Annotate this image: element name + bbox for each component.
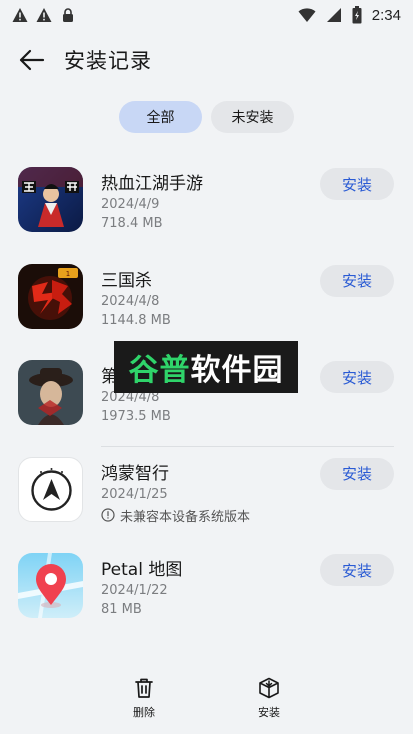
filter-not-installed-chip[interactable]: 未安装 [211, 101, 294, 133]
game-icon: 1 [18, 263, 83, 329]
compatibility-note: 未兼容本设备系统版本 [101, 506, 250, 525]
title-bar: 安装记录 [0, 36, 413, 84]
app-date: 2024/4/9 [101, 197, 160, 212]
delete-button[interactable]: 删除 [114, 676, 174, 720]
watermark-overlay: 谷普 软件园 [114, 341, 298, 393]
app-list: 热血江湖手游 2024/4/9 718.4 MB 安装 1 三国杀 2024/4… [0, 157, 413, 640]
app-name: 三国杀 [101, 270, 152, 291]
install-button[interactable]: 安装 [320, 457, 394, 490]
bottom-action-bar: 删除 安装 [0, 676, 413, 734]
app-date: 2024/4/8 [101, 293, 160, 309]
install-label: 安装 [258, 706, 280, 719]
info-icon [101, 508, 115, 522]
compatibility-note-text: 未兼容本设备系统版本 [120, 509, 251, 525]
install-button[interactable]: 安装 [320, 554, 394, 586]
lock-icon [63, 8, 73, 22]
status-bar: 2:34 [0, 0, 413, 30]
warning-icon [12, 8, 28, 22]
list-item[interactable]: 鸿蒙智行 2024/1/25 未兼容本设备系统版本 安装 [0, 447, 413, 544]
watermark-text-white: 软件园 [190, 353, 284, 388]
svg-text:1: 1 [66, 270, 70, 278]
status-time: 2:34 [371, 6, 401, 24]
install-button[interactable]: 安装 [320, 168, 394, 200]
back-button[interactable] [12, 40, 52, 80]
install-button[interactable]: 安装 [320, 361, 394, 393]
app-name: 热血江湖手游 [101, 174, 203, 194]
map-pin-icon [18, 553, 83, 618]
signal-icon [326, 8, 341, 22]
app-size: 81 MB [101, 602, 142, 617]
filter-chips: 全部 未安装 [0, 101, 413, 133]
app-name: 鸿蒙智行 [101, 463, 169, 484]
app-date: 2024/1/22 [101, 583, 168, 598]
filter-all-chip[interactable]: 全部 [119, 101, 202, 133]
game-icon [18, 167, 83, 232]
page-title: 安装记录 [64, 49, 152, 73]
app-date: 2024/1/25 [101, 486, 168, 502]
watermark-text-green: 谷普 [128, 353, 191, 388]
list-item[interactable]: 1 三国杀 2024/4/8 1144.8 MB 安装 [0, 254, 413, 351]
hima-icon [18, 456, 83, 522]
package-icon [259, 677, 279, 699]
warning-icon [36, 8, 52, 22]
wifi-icon [298, 8, 316, 22]
delete-label: 删除 [133, 706, 155, 719]
app-size: 1144.8 MB [101, 312, 171, 328]
list-item[interactable]: 热血江湖手游 2024/4/9 718.4 MB 安装 [0, 157, 413, 254]
game-icon [18, 360, 83, 425]
app-name: Petal 地图 [101, 560, 183, 580]
app-size: 718.4 MB [101, 216, 163, 231]
list-item[interactable]: Petal 地图 2024/1/22 81 MB 安装 [0, 543, 413, 640]
app-size: 1973.5 MB [101, 409, 171, 424]
install-button[interactable]: 安装 [320, 264, 394, 297]
battery-icon [352, 6, 362, 24]
install-all-button[interactable]: 安装 [239, 676, 299, 720]
trash-icon [135, 678, 153, 698]
back-arrow-icon [19, 49, 45, 71]
